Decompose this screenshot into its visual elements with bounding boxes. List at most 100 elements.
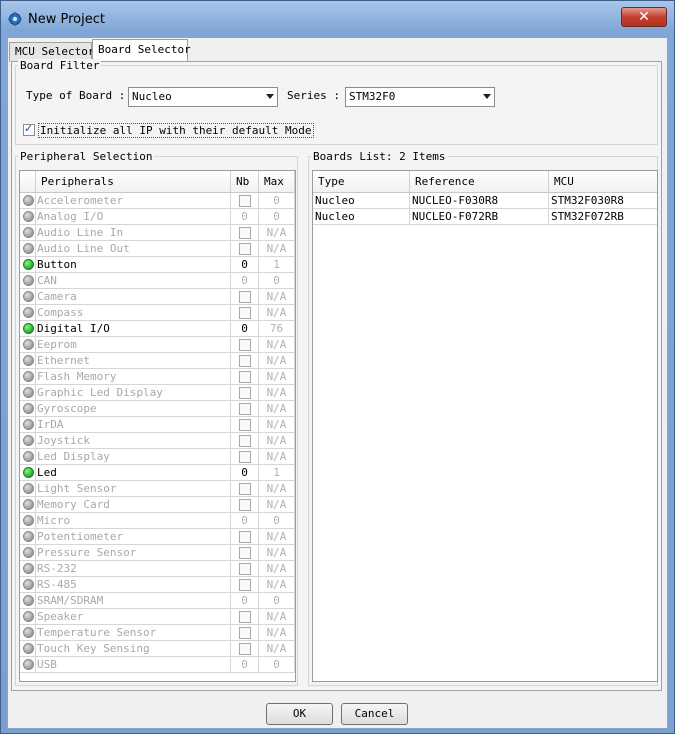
init-ip-checkbox[interactable] [23, 122, 35, 136]
nb-cell[interactable] [231, 369, 259, 385]
nb-cell[interactable]: 0 [231, 209, 259, 225]
max-column-header[interactable]: Max [259, 171, 295, 193]
table-row[interactable]: Speaker N/A [20, 609, 295, 625]
nb-checkbox[interactable] [239, 355, 251, 367]
nb-cell[interactable] [231, 625, 259, 641]
table-row[interactable]: RS-232 N/A [20, 561, 295, 577]
table-row[interactable]: Led 0 1 [20, 465, 295, 481]
tab-board-selector[interactable]: Board Selector [92, 39, 191, 62]
reference-column-header[interactable]: Reference [410, 171, 549, 193]
table-row[interactable]: Graphic Led Display N/A [20, 385, 295, 401]
table-row[interactable]: Joystick N/A [20, 433, 295, 449]
series-select[interactable]: STM32F0 [345, 87, 495, 107]
table-row[interactable]: Touch Key Sensing N/A [20, 641, 295, 657]
nb-cell[interactable] [231, 417, 259, 433]
table-row[interactable]: Pressure Sensor N/A [20, 545, 295, 561]
table-row[interactable]: Audio Line Out N/A [20, 241, 295, 257]
nb-checkbox[interactable] [239, 643, 251, 655]
nb-checkbox[interactable] [239, 547, 251, 559]
nb-cell[interactable] [231, 353, 259, 369]
nb-checkbox[interactable] [239, 611, 251, 623]
nb-column-header[interactable]: Nb [231, 171, 259, 193]
nb-cell[interactable] [231, 529, 259, 545]
nb-checkbox[interactable] [239, 291, 251, 303]
init-ip-label[interactable]: Initialize all IP with their default Mod… [38, 123, 314, 138]
nb-checkbox[interactable] [239, 307, 251, 319]
nb-checkbox[interactable] [239, 451, 251, 463]
nb-cell[interactable]: 0 [231, 657, 259, 673]
ok-button[interactable]: OK [266, 703, 333, 725]
nb-cell[interactable]: 0 [231, 321, 259, 337]
table-row[interactable]: IrDA N/A [20, 417, 295, 433]
nb-cell[interactable] [231, 241, 259, 257]
table-row[interactable]: Micro 0 0 [20, 513, 295, 529]
nb-checkbox[interactable] [239, 563, 251, 575]
table-row[interactable]: Accelerometer 0 [20, 193, 295, 209]
nb-checkbox[interactable] [239, 195, 251, 207]
table-row[interactable]: Compass N/A [20, 305, 295, 321]
table-row[interactable]: Potentiometer N/A [20, 529, 295, 545]
nb-cell[interactable]: 0 [231, 273, 259, 289]
nb-cell[interactable] [231, 305, 259, 321]
table-row[interactable]: RS-485 N/A [20, 577, 295, 593]
nb-cell[interactable]: 0 [231, 257, 259, 273]
title-bar[interactable]: New Project ✕ [1, 1, 674, 37]
board-row[interactable]: Nucleo NUCLEO-F030R8 STM32F030R8 [313, 193, 657, 209]
peripherals-column-header[interactable]: Peripherals [36, 171, 231, 193]
table-row[interactable]: Ethernet N/A [20, 353, 295, 369]
nb-checkbox[interactable] [239, 579, 251, 591]
nb-checkbox[interactable] [239, 627, 251, 639]
table-row[interactable]: Gyroscope N/A [20, 401, 295, 417]
nb-checkbox[interactable] [239, 403, 251, 415]
nb-cell[interactable] [231, 337, 259, 353]
nb-cell[interactable] [231, 609, 259, 625]
table-row[interactable]: Audio Line In N/A [20, 225, 295, 241]
table-row[interactable]: USB 0 0 [20, 657, 295, 673]
nb-cell[interactable] [231, 545, 259, 561]
nb-cell[interactable]: 0 [231, 465, 259, 481]
nb-checkbox[interactable] [239, 435, 251, 447]
cancel-button[interactable]: Cancel [341, 703, 408, 725]
nb-checkbox[interactable] [239, 499, 251, 511]
mcu-column-header[interactable]: MCU [549, 171, 657, 193]
type-column-header[interactable]: Type [313, 171, 410, 193]
nb-cell[interactable] [231, 433, 259, 449]
table-row[interactable]: Flash Memory N/A [20, 369, 295, 385]
nb-checkbox[interactable] [239, 531, 251, 543]
nb-cell[interactable] [231, 289, 259, 305]
table-row[interactable]: Memory Card N/A [20, 497, 295, 513]
table-row[interactable]: CAN 0 0 [20, 273, 295, 289]
nb-checkbox[interactable] [239, 243, 251, 255]
nb-checkbox[interactable] [239, 419, 251, 431]
type-of-board-select[interactable]: Nucleo [128, 87, 278, 107]
nb-cell[interactable] [231, 561, 259, 577]
table-row[interactable]: Analog I/O 0 0 [20, 209, 295, 225]
table-row[interactable]: Temperature Sensor N/A [20, 625, 295, 641]
nb-checkbox[interactable] [239, 227, 251, 239]
table-row[interactable]: Eeprom N/A [20, 337, 295, 353]
nb-cell[interactable] [231, 497, 259, 513]
close-button[interactable]: ✕ [621, 7, 667, 27]
nb-cell[interactable] [231, 401, 259, 417]
nb-cell[interactable] [231, 641, 259, 657]
table-row[interactable]: SRAM/SDRAM 0 0 [20, 593, 295, 609]
board-row[interactable]: Nucleo NUCLEO-F072RB STM32F072RB [313, 209, 657, 225]
nb-cell[interactable] [231, 385, 259, 401]
nb-cell[interactable] [231, 449, 259, 465]
nb-cell[interactable]: 0 [231, 593, 259, 609]
nb-cell[interactable]: 0 [231, 513, 259, 529]
table-row[interactable]: Digital I/O 0 76 [20, 321, 295, 337]
table-row[interactable]: Camera N/A [20, 289, 295, 305]
status-gray-icon [23, 355, 34, 366]
nb-cell[interactable] [231, 577, 259, 593]
nb-cell[interactable] [231, 193, 259, 209]
nb-cell[interactable] [231, 225, 259, 241]
table-row[interactable]: Button 0 1 [20, 257, 295, 273]
table-row[interactable]: Led Display N/A [20, 449, 295, 465]
nb-checkbox[interactable] [239, 483, 251, 495]
nb-cell[interactable] [231, 481, 259, 497]
nb-checkbox[interactable] [239, 387, 251, 399]
table-row[interactable]: Light Sensor N/A [20, 481, 295, 497]
nb-checkbox[interactable] [239, 371, 251, 383]
nb-checkbox[interactable] [239, 339, 251, 351]
